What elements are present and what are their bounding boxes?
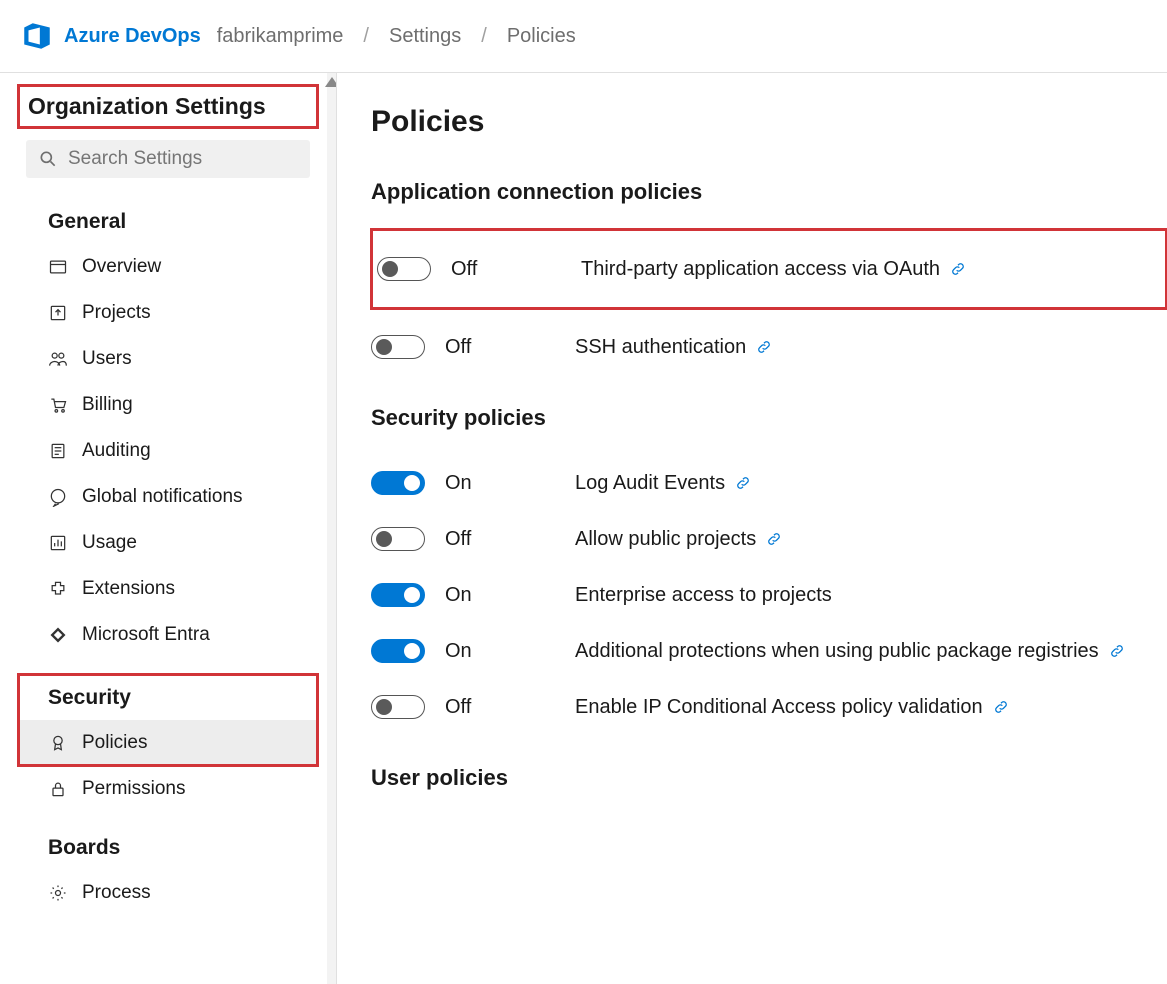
sidebar-item-billing[interactable]: Billing — [18, 382, 318, 428]
users-icon — [48, 349, 68, 369]
sidebar-item-label: Billing — [82, 394, 133, 416]
brand-label[interactable]: Azure DevOps — [64, 25, 201, 48]
breadcrumb-settings[interactable]: Settings — [389, 25, 461, 48]
policy-row-ip-conditional: Off Enable IP Conditional Access policy … — [371, 679, 1167, 735]
search-input-field[interactable] — [68, 148, 313, 170]
main-content: Policies Application connection policies… — [337, 73, 1167, 984]
sidebar-group-security: Security — [18, 678, 318, 720]
section-title-app-connection: Application connection policies — [371, 179, 1167, 205]
toggle-state: Off — [445, 528, 495, 551]
breadcrumb-separator: / — [471, 25, 497, 48]
sidebar-item-label: Usage — [82, 532, 137, 554]
sidebar-item-global-notifications[interactable]: Global notifications — [18, 474, 318, 520]
badge-icon — [48, 733, 68, 753]
sidebar-item-permissions[interactable]: Permissions — [18, 766, 318, 812]
search-icon — [38, 149, 58, 169]
chart-icon — [48, 533, 68, 553]
topbar: Azure DevOps fabrikamprime / Settings / … — [0, 0, 1167, 73]
link-icon[interactable] — [1109, 643, 1125, 659]
sidebar-group-general: General — [18, 202, 318, 244]
policy-row-package-registries: On Additional protections when using pub… — [371, 623, 1167, 679]
list-icon — [48, 441, 68, 461]
toggle-state: Off — [451, 258, 501, 281]
sidebar-item-extensions[interactable]: Extensions — [18, 566, 318, 612]
sidebar-item-process[interactable]: Process — [18, 870, 318, 916]
policy-row-ssh: Off SSH authentication — [371, 319, 1167, 375]
breadcrumb-policies[interactable]: Policies — [507, 25, 576, 48]
toggle-state: Off — [445, 696, 495, 719]
sidebar-item-policies[interactable]: Policies — [18, 720, 318, 766]
toggle-oauth[interactable] — [377, 257, 431, 281]
breadcrumb-separator: / — [353, 25, 379, 48]
sidebar-item-label: Auditing — [82, 440, 151, 462]
sidebar-item-label: Permissions — [82, 778, 185, 800]
link-icon[interactable] — [766, 531, 782, 547]
sidebar-item-label: Policies — [82, 732, 147, 754]
section-title-user: User policies — [371, 765, 1167, 791]
sidebar-item-usage[interactable]: Usage — [18, 520, 318, 566]
card-icon — [48, 257, 68, 277]
section-title-security: Security policies — [371, 405, 1167, 431]
sidebar-item-label: Extensions — [82, 578, 175, 600]
link-icon[interactable] — [735, 475, 751, 491]
puzzle-icon — [48, 579, 68, 599]
policy-row-oauth: Off Third-party application access via O… — [371, 229, 1167, 309]
link-icon[interactable] — [756, 339, 772, 355]
toggle-audit[interactable] — [371, 471, 425, 495]
sidebar-security-block: Security Policies — [18, 674, 318, 766]
sidebar-item-label: Overview — [82, 256, 161, 278]
sidebar-item-label: Projects — [82, 302, 151, 324]
toggle-enterprise-access[interactable] — [371, 583, 425, 607]
policy-label: Enterprise access to projects — [575, 584, 832, 607]
sidebar-item-entra[interactable]: Microsoft Entra — [18, 612, 318, 658]
toggle-ssh[interactable] — [371, 335, 425, 359]
policy-row-public-projects: Off Allow public projects — [371, 511, 1167, 567]
cart-icon — [48, 395, 68, 415]
policy-row-audit: On Log Audit Events — [371, 455, 1167, 511]
policy-label: Enable IP Conditional Access policy vali… — [575, 696, 983, 719]
entra-icon — [48, 625, 68, 645]
toggle-state: On — [445, 472, 495, 495]
sidebar-item-overview[interactable]: Overview — [18, 244, 318, 290]
policy-label: Log Audit Events — [575, 472, 725, 495]
toggle-public-projects[interactable] — [371, 527, 425, 551]
policy-row-enterprise-access: On Enterprise access to projects — [371, 567, 1167, 623]
toggle-state: On — [445, 640, 495, 663]
sidebar-group-boards: Boards — [18, 828, 318, 870]
link-icon[interactable] — [950, 261, 966, 277]
sidebar-item-label: Users — [82, 348, 132, 370]
policy-label: SSH authentication — [575, 336, 746, 359]
chat-icon — [48, 487, 68, 507]
azure-devops-logo-icon[interactable] — [20, 19, 54, 53]
sidebar-item-label: Microsoft Entra — [82, 624, 210, 646]
link-icon[interactable] — [993, 699, 1009, 715]
toggle-state: On — [445, 584, 495, 607]
toggle-package-registries[interactable] — [371, 639, 425, 663]
sidebar-item-projects[interactable]: Projects — [18, 290, 318, 336]
sidebar-item-users[interactable]: Users — [18, 336, 318, 382]
sidebar-item-auditing[interactable]: Auditing — [18, 428, 318, 474]
sidebar-title: Organization Settings — [18, 85, 318, 128]
sidebar-item-label: Process — [82, 882, 151, 904]
upload-icon — [48, 303, 68, 323]
sidebar: Organization Settings General Overview P… — [0, 73, 337, 984]
page-title: Policies — [371, 105, 1167, 139]
toggle-ip-conditional[interactable] — [371, 695, 425, 719]
breadcrumb-org[interactable]: fabrikamprime — [217, 25, 344, 48]
gear-icon — [48, 883, 68, 903]
scrollbar[interactable] — [327, 73, 336, 984]
policy-label: Additional protections when using public… — [575, 640, 1099, 663]
policy-label: Third-party application access via OAuth — [581, 258, 940, 281]
policy-label: Allow public projects — [575, 528, 756, 551]
toggle-state: Off — [445, 336, 495, 359]
sidebar-item-label: Global notifications — [82, 486, 243, 508]
lock-icon — [48, 779, 68, 799]
scroll-up-icon[interactable] — [325, 77, 337, 87]
search-settings-input[interactable] — [26, 140, 310, 178]
